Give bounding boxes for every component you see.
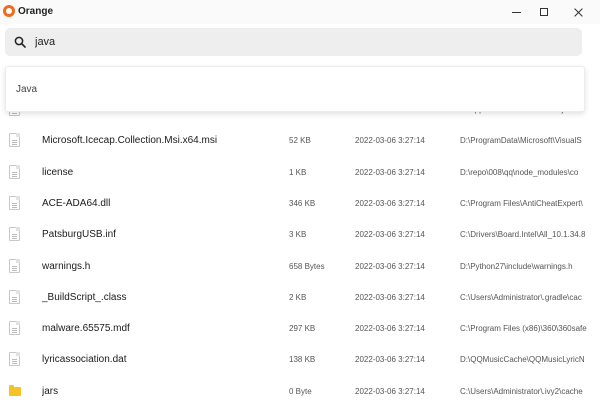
file-modified: 2022-03-06 3:27:14 [355,355,425,365]
file-icon [9,352,20,367]
file-size: 3 KB [289,230,307,240]
file-row[interactable]: lyricassociation.dat 138 KB 2022-03-06 3:2… [0,345,600,376]
file-modified: 2022-03-06 3:27:14 [355,261,425,271]
file-name: license [42,166,74,178]
app-title: Orange [18,6,54,17]
orange-logo-icon [3,5,15,17]
minimize-icon [511,11,521,13]
row-icon [9,321,21,336]
search-icon [14,36,26,48]
suggestion-item-java[interactable]: Java [16,84,37,95]
file-row[interactable]: license 1 KB 2022-03-06 3:27:14 D:\repo\008… [0,158,600,189]
file-list: rmid.exe21 KB2022-03-06 3:27:14D:\apps\a… [0,100,600,413]
close-icon [573,7,583,17]
maximize-button[interactable] [528,0,560,24]
file-modified: 2022-03-06 3:27:14 [355,198,425,208]
file-size: 2 KB [289,292,307,302]
file-name: jars [42,385,59,397]
folder-icon [9,384,21,396]
file-icon [9,164,20,179]
file-path: D:\Python27\include\warnings.h [460,261,573,271]
file-row[interactable]: PatsburgUSB.inf 3 KB 2022-03-06 3:27:14 C:\… [0,220,600,251]
file-modified: 2022-03-06 3:27:14 [355,324,425,334]
file-name: warnings.h [42,260,91,272]
file-row[interactable]: jars 0 Byte 2022-03-06 3:27:14 C:\Users\Adm… [0,377,600,408]
file-modified: 2022-03-06 3:27:14 [355,230,425,240]
file-path: C:\Program Files (x86)\360\360safe [460,324,587,334]
row-icon [9,258,21,274]
file-row[interactable]: _BuildScript_.class 2 KB 2022-03-06 3:27:1… [0,283,600,314]
row-icon [9,289,21,305]
file-row[interactable]: warnings.h 658 Bytes 2022-03-06 3:27:14 D:\… [0,252,600,283]
maximize-icon [540,8,548,16]
close-button[interactable] [562,0,594,24]
file-row[interactable]: malware.65575.mdf 297 KB 2022-03-06 3:27:1… [0,314,600,345]
row-icon [9,164,21,180]
file-name: ACE-ADA64.dll [42,197,111,209]
file-modified: 2022-03-06 3:27:14 [355,386,425,396]
file-size: 0 Byte [289,386,312,396]
row-icon [9,133,21,148]
file-name: Microsoft.Icecap.Collection.Msi.x64.msi [42,135,218,147]
file-path: D:\repo\008\qq\node_modules\co [460,167,579,177]
file-path: C:\Program Files\AntiCheatExpert\ [460,198,583,208]
file-size: 52 KB [289,136,311,146]
file-icon [9,227,20,242]
file-size: 1 KB [289,167,307,177]
file-size: 297 KB [289,324,316,334]
file-icon [9,195,20,210]
file-modified: 2022-03-06 3:27:14 [355,136,425,146]
title-bar: Orange [0,0,600,24]
search-input[interactable] [35,32,555,52]
file-icon [9,289,20,304]
row-icon [9,227,21,242]
suggestion-dropdown: Java [5,66,585,112]
file-icon [9,133,20,148]
file-size: 346 KB [289,198,316,208]
file-path: C:\Users\Administrator\.gradle\cac [460,292,582,302]
file-name: lyricassociation.dat [42,354,127,366]
file-row[interactable]: Microsoft.Icecap.Collection.Msi.x64.msi 5… [0,126,600,157]
file-name: malware.65575.mdf [42,323,130,335]
file-icon [9,258,20,273]
file-modified: 2022-03-06 3:27:14 [355,167,425,177]
file-name: _BuildScript_.class [42,291,127,303]
file-path: D:\ProgramData\Microsoft\VisualS [460,136,582,146]
file-icon [9,321,20,336]
file-path: C:\Users\Administrator\.ivy2\cache [460,386,583,396]
row-icon [9,384,21,399]
file-path: D:\QQMusicCache\QQMusicLyricN [460,355,585,365]
row-icon [9,352,21,367]
search-bar [5,28,582,56]
file-row[interactable]: ACE-ADA64.dll 346 KB 2022-03-06 3:27:14 C:\… [0,189,600,220]
file-name: PatsburgUSB.inf [42,229,116,241]
file-modified: 2022-03-06 3:27:14 [355,292,425,302]
file-size: 658 Bytes [289,261,325,271]
file-size: 138 KB [289,355,316,365]
file-path: C:\Drivers\Board.Intel\All_10.1.34.8 [460,230,586,240]
row-icon [9,195,21,211]
